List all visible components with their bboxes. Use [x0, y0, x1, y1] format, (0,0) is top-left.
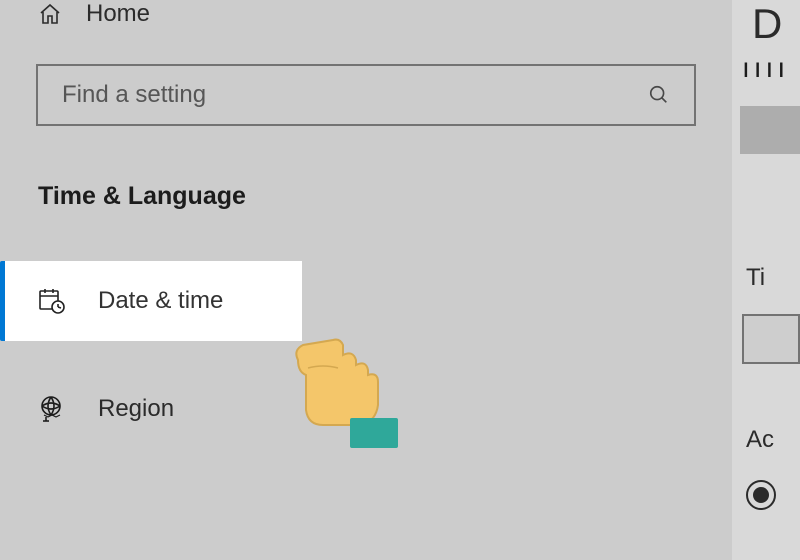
sidebar-home[interactable]: Home — [0, 0, 732, 48]
home-label: Home — [86, 0, 150, 28]
text-partial: ıııı — [742, 52, 789, 84]
page-title-partial: D — [752, 0, 782, 48]
sidebar-item-date-time[interactable]: Date & time — [0, 261, 302, 341]
content-panel: D ıııı Ti Ac — [732, 0, 800, 560]
search-placeholder: Find a setting — [62, 81, 206, 109]
globe-icon — [38, 395, 66, 423]
nav-label-date-time: Date & time — [98, 287, 223, 315]
section-title: Time & Language — [38, 182, 732, 211]
search-icon — [648, 84, 670, 106]
calendar-clock-icon — [38, 287, 66, 315]
dropdown-partial[interactable] — [742, 314, 800, 364]
home-icon — [38, 2, 62, 26]
search-input[interactable]: Find a setting — [36, 64, 696, 126]
pointing-hand-icon — [278, 320, 428, 460]
gray-block — [740, 106, 800, 154]
label-ac-partial: Ac — [746, 426, 774, 454]
sidebar: Home Find a setting Time & Language — [0, 0, 732, 560]
nav-label-region: Region — [98, 395, 174, 423]
radio-option[interactable] — [746, 480, 776, 510]
label-ti-partial: Ti — [746, 264, 765, 292]
settings-window: Home Find a setting Time & Language — [0, 0, 800, 560]
